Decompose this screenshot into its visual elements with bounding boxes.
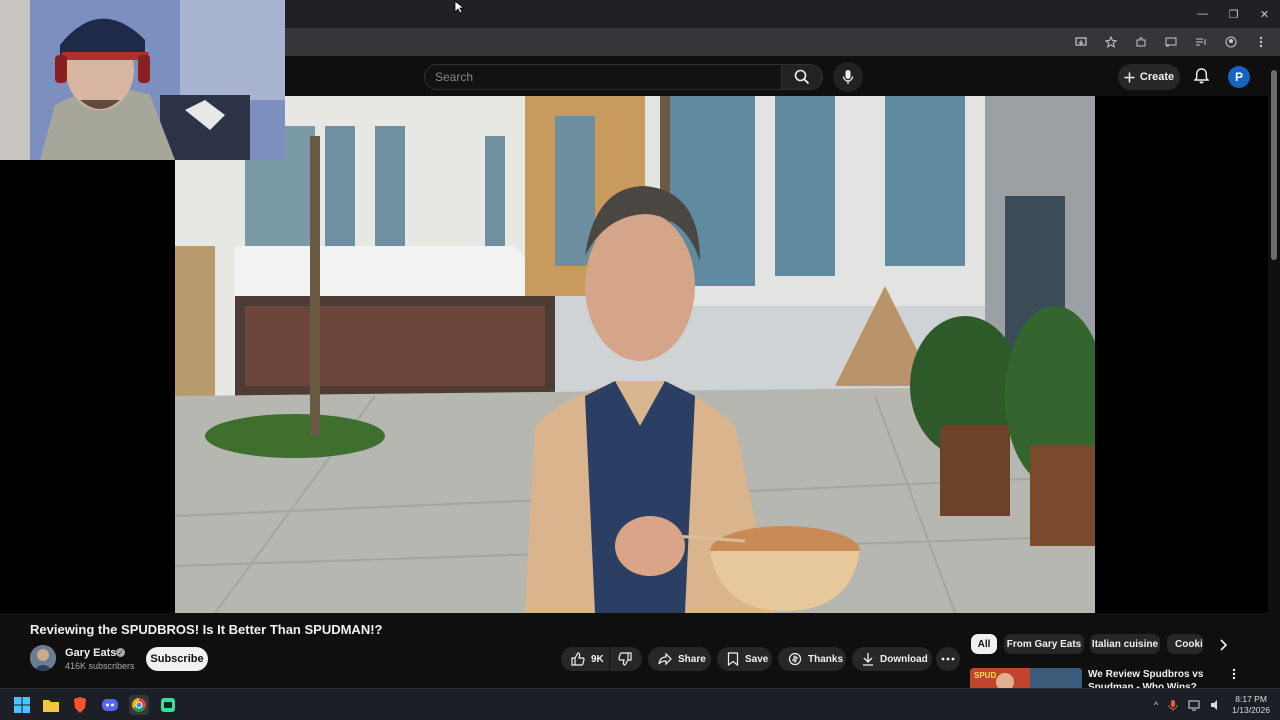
voice-search-button[interactable] bbox=[833, 62, 863, 92]
bookmark-star-icon[interactable] bbox=[1100, 31, 1122, 53]
brave-browser-icon[interactable] bbox=[70, 695, 90, 715]
install-app-icon[interactable] bbox=[1070, 31, 1092, 53]
chevron-up-icon[interactable]: ^ bbox=[1154, 700, 1158, 710]
profile-icon[interactable] bbox=[1220, 31, 1242, 53]
save-button[interactable]: Save bbox=[717, 647, 772, 671]
search-icon bbox=[794, 69, 810, 85]
thumbs-down-icon bbox=[618, 652, 632, 666]
create-button[interactable]: Create bbox=[1118, 64, 1180, 90]
verified-badge-icon: ✓ bbox=[116, 648, 125, 657]
taskbar-clock[interactable]: 8:17 PM 1/13/2026 bbox=[1232, 694, 1270, 716]
video-frame[interactable] bbox=[175, 96, 1095, 613]
video-player[interactable] bbox=[0, 96, 1268, 613]
thumbs-up-icon bbox=[571, 652, 585, 666]
scrollbar-thumb[interactable] bbox=[1271, 70, 1277, 260]
browser-toolbar-icons bbox=[1070, 28, 1272, 56]
browser-menu-icon[interactable] bbox=[1250, 31, 1272, 53]
account-avatar[interactable]: P bbox=[1228, 66, 1250, 88]
download-label: Download bbox=[880, 653, 928, 665]
recommended-title[interactable]: We Review Spudbros vs Spudman - Who Wins… bbox=[1088, 668, 1228, 688]
close-button[interactable]: ✕ bbox=[1249, 0, 1280, 28]
chips-next-button[interactable] bbox=[1213, 636, 1233, 654]
search-box[interactable] bbox=[424, 64, 782, 90]
more-vertical-icon bbox=[1232, 668, 1236, 680]
webcam-overlay bbox=[0, 0, 285, 160]
chip-italian-cuisine[interactable]: Italian cuisine bbox=[1090, 634, 1160, 654]
network-icon[interactable] bbox=[1188, 699, 1200, 711]
more-actions-button[interactable] bbox=[936, 647, 960, 671]
chip-all[interactable]: All bbox=[971, 634, 997, 654]
create-label: Create bbox=[1139, 71, 1175, 83]
app-icon[interactable] bbox=[158, 695, 178, 715]
recommended-thumb-text: SPUD bbox=[974, 671, 997, 680]
clock-time: 8:17 PM bbox=[1235, 694, 1267, 704]
share-icon bbox=[658, 652, 672, 666]
system-tray: ^ 8:17 PM 1/13/2026 bbox=[1154, 689, 1270, 720]
thanks-label: Thanks bbox=[808, 653, 844, 665]
chip-from-gary-eats[interactable]: From Gary Eats bbox=[1004, 634, 1084, 654]
restore-button[interactable]: ❐ bbox=[1218, 0, 1249, 28]
plus-icon bbox=[1124, 72, 1135, 82]
recommended-menu-button[interactable] bbox=[1228, 668, 1240, 684]
page-scrollbar[interactable] bbox=[1268, 56, 1280, 688]
cast-icon[interactable] bbox=[1160, 31, 1182, 53]
chevron-right-icon bbox=[1220, 639, 1227, 651]
like-count: 9K bbox=[591, 653, 604, 665]
share-button[interactable]: Share bbox=[648, 647, 711, 671]
file-explorer-icon[interactable] bbox=[41, 695, 61, 715]
download-button[interactable]: Download bbox=[852, 647, 932, 671]
save-label: Save bbox=[745, 653, 769, 665]
share-label: Share bbox=[678, 653, 706, 665]
window-controls: — ❐ ✕ bbox=[1187, 0, 1280, 28]
clock-date: 1/13/2026 bbox=[1232, 705, 1270, 715]
subscribe-button[interactable]: Subscribe bbox=[146, 647, 208, 671]
mouse-cursor-icon bbox=[454, 0, 464, 14]
bell-icon bbox=[1193, 68, 1209, 84]
video-title: Reviewing the SPUDBROS! Is It Better Tha… bbox=[30, 622, 383, 637]
search-input[interactable] bbox=[425, 65, 781, 89]
channel-avatar-image bbox=[30, 645, 56, 671]
subscriber-count: 416K subscribers bbox=[65, 661, 135, 671]
discord-icon[interactable] bbox=[100, 695, 120, 715]
volume-icon[interactable] bbox=[1210, 699, 1222, 711]
minimize-button[interactable]: — bbox=[1187, 0, 1218, 28]
microphone-tray-icon[interactable] bbox=[1168, 699, 1178, 711]
thanks-button[interactable]: Thanks bbox=[778, 647, 846, 671]
chip-cooking[interactable]: Cooki bbox=[1167, 634, 1203, 654]
streamer-webcam-image bbox=[0, 0, 285, 160]
search-button[interactable] bbox=[781, 64, 823, 90]
channel-avatar[interactable] bbox=[30, 645, 56, 671]
windows-start-icon[interactable] bbox=[12, 695, 32, 715]
more-horizontal-icon bbox=[941, 657, 955, 661]
thanks-icon bbox=[788, 652, 802, 666]
windows-taskbar: ^ 8:17 PM 1/13/2026 bbox=[0, 688, 1280, 720]
video-scene-image bbox=[175, 96, 1095, 613]
notifications-button[interactable] bbox=[1190, 65, 1212, 87]
chrome-icon[interactable] bbox=[129, 695, 149, 715]
download-icon bbox=[863, 653, 873, 666]
like-button[interactable]: 9K bbox=[561, 647, 609, 671]
bookmark-icon bbox=[727, 652, 739, 666]
channel-name[interactable]: Gary Eats bbox=[65, 647, 116, 659]
media-control-icon[interactable] bbox=[1190, 31, 1212, 53]
recommended-thumbnail[interactable]: SPUD bbox=[970, 668, 1082, 688]
dislike-button[interactable] bbox=[610, 647, 642, 671]
microphone-icon bbox=[842, 70, 854, 84]
extensions-icon[interactable] bbox=[1130, 31, 1152, 53]
